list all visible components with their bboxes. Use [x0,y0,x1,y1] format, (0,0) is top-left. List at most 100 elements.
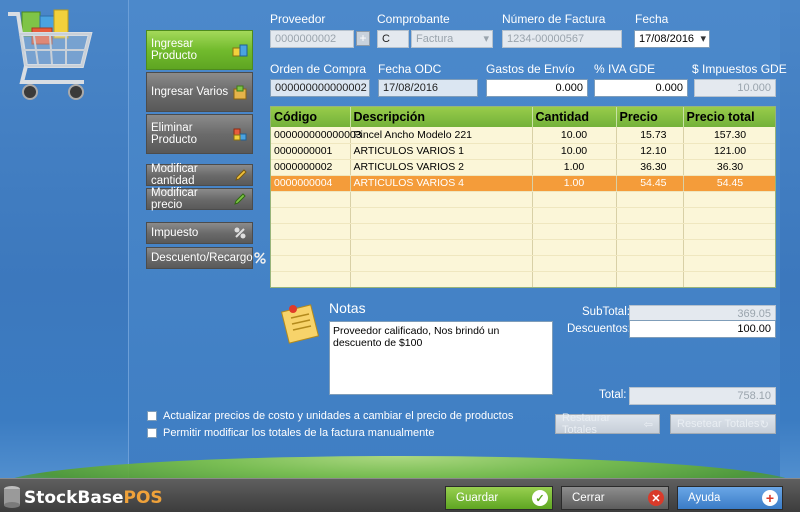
pencil-icon [234,167,248,183]
eliminar-producto-label: Eliminar Producto [151,122,198,146]
cell-descripcion: Pincel Ancho Modelo 221 [350,127,533,144]
brand-pos: POS [123,488,163,508]
restaurar-totales-label: Restaurar Totales [562,412,611,436]
check-icon: ✓ [532,490,548,506]
restaurar-totales-button[interactable]: Restaurar Totales ⇦ [555,412,660,436]
orden-compra-field[interactable]: 000000000000002 [270,79,370,97]
column-header-precio[interactable]: Precio [616,107,684,127]
proveedor-field[interactable]: 0000000002 [270,30,354,48]
iva-gde-label: % IVA GDE [594,62,656,76]
eliminar-producto-button[interactable]: Eliminar Producto [146,114,253,154]
impuesto-button[interactable]: Impuesto [146,222,253,244]
cell-codigo: 0000000004 [271,175,351,192]
bag-icon [232,84,248,100]
proveedor-label: Proveedor [270,12,326,26]
column-header-codigo[interactable]: Código [271,107,351,127]
modificar-precio-label: Modificar precio [151,187,198,211]
fecha-odc-field[interactable]: 17/08/2016 [378,79,478,97]
calendar-dropdown-icon: ▾ [700,33,706,45]
permitir-modificar-checkbox[interactable]: Permitir modificar los totales de la fac… [147,427,434,439]
fecha-value: 17/08/2016 [639,33,695,45]
cell-precio-total: 157.30 [683,127,775,144]
table-row-empty[interactable] [271,271,775,287]
iva-gde-field[interactable]: 0.000 [594,79,688,97]
cell-precio-total: 54.45 [683,175,775,192]
table-row[interactable]: 0000000001 ARTICULOS VARIOS 1 10.00 12.1… [271,143,775,160]
close-icon: ✕ [648,490,664,506]
cell-codigo: 000000000000003 [271,127,362,144]
comprobante-letter-select[interactable]: C [377,30,409,48]
modificar-precio-button[interactable]: Modificar precio [146,187,253,211]
cell-precio-total: 36.30 [683,159,775,176]
percent-icon [253,250,267,266]
tax-icon [232,225,248,241]
guardar-button[interactable]: Guardar ✓ [445,486,553,510]
table-row-empty[interactable] [271,255,775,272]
shopping-cart-icon [8,9,93,100]
checkbox-box[interactable] [147,428,157,438]
table-row-empty[interactable] [271,191,775,208]
table-row-selected[interactable]: 0000000004 ARTICULOS VARIOS 4 1.00 54.45… [271,175,775,192]
cerrar-button[interactable]: Cerrar ✕ [561,486,669,510]
brand-stock: StockBase [24,488,124,508]
descuentos-label: Descuentos: [567,323,631,335]
cell-codigo: 0000000001 [271,143,351,160]
table-row[interactable]: 0000000002 ARTICULOS VARIOS 2 1.00 36.30… [271,159,775,176]
ingresar-varios-button[interactable]: Ingresar Varios [146,72,253,112]
subtotal-label: SubTotal: [582,306,630,318]
descuento-recargo-button[interactable]: Descuento/Recargo [146,247,266,269]
comprobante-type-value: Factura [416,33,454,45]
descuento-recargo-label: Descuento/Recargo [151,252,253,264]
comprobante-label: Comprobante [377,12,450,26]
comprobante-type-select[interactable]: Factura ▾ [411,30,493,48]
fecha-label: Fecha [635,12,669,26]
products-grid[interactable]: Código Descripción Cantidad Precio Preci… [270,106,776,288]
impuesto-label: Impuesto [151,227,199,239]
modificar-cantidad-label: Modificar cantidad [151,163,198,187]
help-plus-icon: + [762,490,778,506]
permitir-modificar-label: Permitir modificar los totales de la fac… [163,427,435,439]
checkbox-box[interactable] [147,411,157,421]
gastos-envio-field[interactable]: 0.000 [486,79,588,97]
numero-factura-field[interactable]: 1234-00000567 [502,30,622,48]
column-header-precio-total[interactable]: Precio total [683,107,775,127]
table-row[interactable]: 000000000000003 Pincel Ancho Modelo 221 … [271,127,775,144]
orden-compra-label: Orden de Compra [270,62,367,76]
ayuda-button[interactable]: Ayuda + [677,486,783,510]
cell-cantidad: 10.00 [532,143,617,160]
add-proveedor-button[interactable]: + [356,31,370,46]
notepad-icon [280,304,320,344]
ingresar-producto-button[interactable]: Ingresar Producto [146,30,253,70]
stockbase-logo-icon [4,486,20,508]
numero-factura-label: Número de Factura [502,12,606,26]
gastos-envio-label: Gastos de Envío [486,62,575,76]
table-row-empty[interactable] [271,207,775,224]
edit-price-icon [232,191,248,207]
resetear-totales-button[interactable]: Resetear Totales ↻ [670,414,776,434]
notas-textarea[interactable]: Proveedor calificado, Nos brindó un desc… [329,321,553,395]
restore-icon: ⇦ [643,418,653,431]
ingresar-varios-label: Ingresar Varios [151,86,229,98]
descuentos-field[interactable]: 100.00 [629,320,776,338]
cerrar-label: Cerrar [572,492,605,504]
boxes-icon [232,42,248,58]
cell-cantidad: 1.00 [532,175,617,192]
fecha-date-picker[interactable]: 17/08/2016 ▾ [634,30,710,48]
modificar-cantidad-button[interactable]: Modificar cantidad [146,163,253,187]
total-field[interactable]: 758.10 [629,387,776,405]
cell-precio: 54.45 [616,175,684,192]
column-header-cantidad[interactable]: Cantidad [532,107,617,127]
ayuda-label: Ayuda [688,492,721,504]
actualizar-precios-checkbox[interactable]: Actualizar precios de costo y unidades a… [147,410,513,422]
cell-cantidad: 10.00 [532,127,617,144]
chevron-down-icon: ▾ [483,33,489,45]
cell-descripcion: ARTICULOS VARIOS 2 [350,159,533,176]
table-row-empty[interactable] [271,239,775,256]
column-header-descripcion[interactable]: Descripción [350,107,533,127]
cell-precio: 15.73 [616,127,684,144]
table-row-empty[interactable] [271,223,775,240]
resetear-totales-label: Resetear Totales [677,418,760,430]
guardar-label: Guardar [456,492,499,504]
impuestos-gde-field[interactable]: 10.000 [694,79,776,97]
fecha-odc-label: Fecha ODC [378,62,442,76]
